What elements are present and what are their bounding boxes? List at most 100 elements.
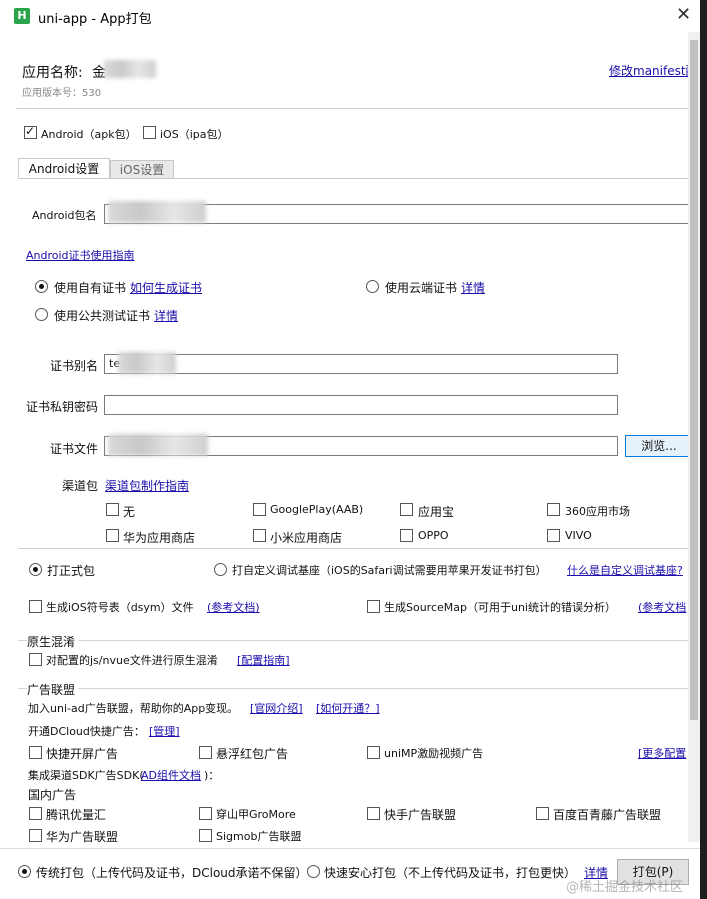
cloud-cert-details-link[interactable]: 详情 (461, 279, 485, 296)
sdk-ads-label-suffix: )： (204, 769, 220, 782)
dcloud-ads-label: 开通DCloud快捷广告： (28, 725, 145, 738)
traditional-pack-label: 传统打包（上传代码及证书，DCloud承诺不保留） (36, 866, 308, 880)
ads-official-intro-link[interactable]: [官网介绍] (250, 700, 303, 716)
header-divider (16, 108, 688, 109)
channel-googleplay-checkbox[interactable] (253, 503, 266, 516)
obfuscation-title: 原生混淆 (27, 633, 79, 650)
public-cert-details-link[interactable]: 详情 (154, 307, 178, 324)
huawei-ads-checkbox[interactable] (29, 829, 42, 842)
title-bar: H uni-app - App打包 ✕ (0, 0, 700, 32)
channel-360-checkbox[interactable] (547, 503, 560, 516)
channel-huawei-checkbox[interactable] (106, 529, 119, 542)
app-name-redaction (104, 60, 156, 78)
formal-build-label: 打正式包 (47, 564, 96, 578)
close-icon[interactable]: ✕ (676, 5, 691, 25)
floating-redpacket-ad-checkbox[interactable] (199, 746, 212, 759)
csj-gromore-checkbox[interactable] (199, 807, 212, 820)
hbuilder-app-icon: H (14, 8, 30, 24)
tencent-ylh-checkbox[interactable] (29, 807, 42, 820)
android-package-label: Android包名 (32, 209, 97, 222)
csj-gromore-label: 穿山甲GroMore (216, 808, 296, 821)
watermark: @稀土掘金技术社区 (566, 880, 684, 895)
edit-manifest-link[interactable]: 修改manifest配 (609, 62, 698, 79)
obfuscation-section-border (18, 640, 688, 641)
ads-how-to-open-link[interactable]: [如何开通？] (316, 700, 380, 716)
dcloud-ads-manage-link[interactable]: [管理] (149, 723, 180, 739)
app-version: 应用版本号：530 (22, 88, 102, 99)
sigmob-ads-checkbox[interactable] (199, 829, 212, 842)
alias-redaction (118, 352, 176, 374)
floating-redpacket-ad-label: 悬浮红包广告 (216, 747, 289, 761)
browse-button[interactable]: 浏览... (625, 435, 693, 457)
more-config-link[interactable]: [更多配置 (638, 745, 686, 761)
quick-splash-ad-checkbox[interactable] (29, 746, 42, 759)
unimp-reward-video-ad-checkbox[interactable] (367, 746, 380, 759)
how-to-generate-cert-link[interactable]: 如何生成证书 (130, 279, 202, 296)
obfuscation-guide-link[interactable]: [配置指南] (237, 652, 290, 668)
obfuscation-checkbox[interactable] (29, 653, 42, 666)
channel-oppo-checkbox[interactable] (400, 529, 413, 542)
custom-base-label: 打自定义调试基座（iOS的Safari调试需要用苹果开发证书打包） (232, 564, 547, 577)
sdk-ads-label-prefix: 集成渠道SDK广告SDK( (28, 769, 144, 782)
channel-none-label: 无 (123, 505, 136, 519)
android-cert-guide-link[interactable]: Android证书使用指南 (26, 247, 135, 263)
app-name-label: 应用名称: (22, 65, 83, 81)
cert-alias-label: 证书别名 (50, 359, 99, 373)
tab-ios-settings[interactable]: iOS设置 (110, 160, 174, 179)
channel-huawei-label: 华为应用商店 (123, 531, 196, 545)
traditional-pack-radio[interactable] (18, 865, 31, 878)
domestic-ads-label: 国内广告 (28, 788, 77, 802)
public-test-cert-radio[interactable] (35, 308, 48, 321)
cert-password-input[interactable] (104, 395, 618, 415)
channel-oppo-label: OPPO (418, 529, 449, 542)
fast-pack-radio[interactable] (307, 865, 320, 878)
channel-yingyongbao-label: 应用宝 (418, 505, 455, 519)
channel-yingyongbao-checkbox[interactable] (400, 503, 413, 516)
own-cert-label: 使用自有证书 (54, 281, 127, 295)
formal-build-radio[interactable] (29, 563, 42, 576)
own-cert-radio[interactable] (35, 280, 48, 293)
channel-vivo-label: VIVO (565, 529, 592, 542)
fast-pack-label: 快速安心打包（不上传代码及证书，打包更快） (324, 866, 577, 880)
channel-guide-link[interactable]: 渠道包制作指南 (105, 477, 189, 494)
sourcemap-checkbox[interactable] (367, 600, 380, 613)
kuaishou-ads-label: 快手广告联盟 (384, 808, 457, 822)
cert-file-redaction (108, 434, 208, 456)
custom-base-radio[interactable] (214, 563, 227, 576)
huawei-ads-label: 华为广告联盟 (46, 830, 119, 844)
scrollbar-thumb[interactable] (690, 40, 698, 720)
channel-vivo-checkbox[interactable] (547, 529, 560, 542)
tab-android-settings[interactable]: Android设置 (18, 158, 110, 179)
android-platform-checkbox[interactable] (24, 124, 37, 139)
dsym-doc-link[interactable]: (参考文档) (207, 599, 260, 615)
cert-alias-input[interactable] (104, 354, 618, 374)
sourcemap-doc-link[interactable]: (参考文档 (638, 599, 686, 615)
quick-splash-ad-label: 快捷开屏广告 (46, 747, 119, 761)
unimp-reward-video-ad-label: uniMP激励视频广告 (384, 747, 484, 760)
ad-component-doc-link[interactable]: AD组件文档 (141, 767, 201, 783)
custom-base-info-link[interactable]: 什么是自定义调试基座? (567, 562, 683, 578)
kuaishou-ads-checkbox[interactable] (367, 807, 380, 820)
cloud-cert-radio[interactable] (366, 280, 379, 293)
dsym-checkbox[interactable] (29, 600, 42, 613)
channel-xiaomi-checkbox[interactable] (253, 529, 266, 542)
cert-password-label: 证书私钥密码 (26, 400, 99, 414)
channel-label: 渠道包 (62, 479, 99, 493)
tencent-ylh-label: 腾讯优量汇 (46, 808, 107, 822)
ads-section-border (18, 688, 688, 689)
ads-title: 广告联盟 (27, 681, 79, 698)
ios-platform-checkbox[interactable] (143, 126, 156, 139)
window-title: uni-app - App打包 (38, 12, 152, 27)
ads-intro: 加入uni-ad广告联盟，帮助你的App变现。 (28, 702, 239, 715)
tab-strip-divider (18, 178, 688, 179)
public-test-cert-label: 使用公共测试证书 (54, 309, 151, 323)
cert-file-label: 证书文件 (50, 442, 99, 456)
ios-platform-label: iOS（ipa包） (160, 128, 229, 141)
sigmob-ads-label: Sigmob广告联盟 (216, 830, 302, 843)
background-editor-strip (700, 0, 707, 899)
channel-googleplay-label: GooglePlay(AAB) (270, 503, 364, 516)
baidu-ads-checkbox[interactable] (536, 807, 549, 820)
android-platform-label: Android（apk包） (41, 128, 137, 141)
channel-none-checkbox[interactable] (106, 503, 119, 516)
channel-360-label: 360应用市场 (565, 505, 630, 518)
